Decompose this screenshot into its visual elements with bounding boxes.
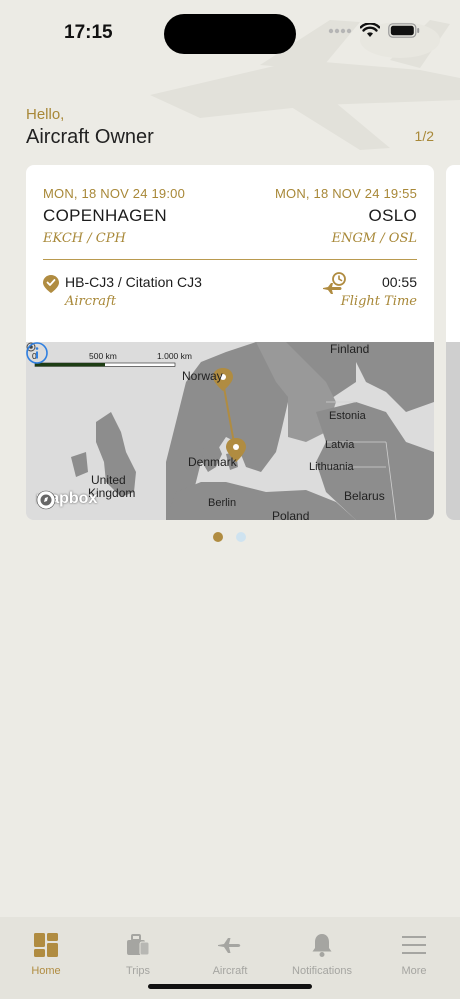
- map-label-united: United: [91, 473, 126, 487]
- battery-icon: [388, 23, 420, 38]
- airplane-icon: [218, 938, 241, 953]
- menu-icon: [402, 936, 426, 954]
- map-label-belarus: Belarus: [344, 489, 385, 503]
- mapbox-logo[interactable]: mapbox: [36, 490, 97, 510]
- flight-time-value: 00:55: [381, 274, 417, 290]
- pagination-dots: [213, 532, 246, 542]
- arrival-city: OSLO: [368, 206, 417, 225]
- tab-aircraft-label: Aircraft: [212, 965, 248, 977]
- mapbox-icon: [36, 490, 56, 510]
- tab-more-label: More: [401, 965, 427, 977]
- map-label-finland: Finland: [330, 342, 370, 356]
- signal-icon: [328, 28, 352, 33]
- route-map[interactable]: 0 500 km 1.000 km Finland Norway Estonia…: [26, 342, 434, 520]
- card-divider: [43, 259, 417, 260]
- flight-card[interactable]: MON, 18 NOV 24 19:00 MON, 18 NOV 24 19:5…: [26, 165, 434, 520]
- greeting: Hello, Aircraft Owner: [26, 106, 154, 149]
- tab-home-label: Home: [31, 965, 61, 977]
- departure-city: COPENHAGEN: [43, 206, 167, 225]
- tab-more[interactable]: More: [368, 917, 460, 999]
- status-bar: 17:15: [0, 0, 460, 66]
- bell-icon: [312, 934, 332, 957]
- page-dot[interactable]: [236, 532, 246, 542]
- aircraft-name: HB-CJ3 / Citation CJ3: [65, 274, 202, 290]
- map-label-latvia: Latvia: [325, 439, 355, 451]
- map-label-lithuania: Lithuania: [309, 461, 354, 473]
- status-icons: [328, 23, 420, 38]
- map-label-estonia: Estonia: [329, 410, 366, 422]
- luggage-icon: [127, 934, 150, 956]
- map-label-norway: Norway: [182, 369, 223, 383]
- next-flight-card-peek[interactable]: [446, 165, 460, 520]
- page-dot-active[interactable]: [213, 532, 223, 542]
- scale-label-end: 1.000 km: [157, 351, 192, 361]
- map-label-berlin: Berlin: [208, 497, 237, 509]
- map-label-poland: Poland: [272, 509, 310, 520]
- home-grid-icon: [34, 933, 58, 957]
- map-info-icon[interactable]: [26, 342, 48, 364]
- aircraft-badge-icon: [43, 275, 59, 293]
- wifi-icon: [360, 23, 380, 37]
- departure-datetime: MON, 18 NOV 24 19:00: [43, 186, 186, 201]
- flight-time-label: Flight Time: [340, 294, 417, 309]
- greeting-hello: Hello,: [26, 106, 65, 123]
- home-indicator: [148, 984, 312, 989]
- greeting-name: Aircraft Owner: [26, 126, 154, 148]
- card-pager: 1/2: [414, 128, 434, 144]
- arrival-codes: ENGM / OSL: [331, 231, 417, 246]
- departure-codes: EKCH / CPH: [43, 231, 126, 246]
- aircraft-label: Aircraft: [65, 294, 117, 309]
- tab-notifications-label: Notifications: [292, 965, 352, 977]
- dynamic-island: [164, 14, 296, 54]
- tab-home[interactable]: Home: [0, 917, 92, 999]
- tab-trips-label: Trips: [125, 965, 151, 977]
- map-label-denmark: Denmark: [188, 455, 237, 469]
- arrival-datetime: MON, 18 NOV 24 19:55: [274, 186, 417, 201]
- status-time: 17:15: [64, 22, 113, 43]
- scale-label-mid: 500 km: [89, 351, 117, 361]
